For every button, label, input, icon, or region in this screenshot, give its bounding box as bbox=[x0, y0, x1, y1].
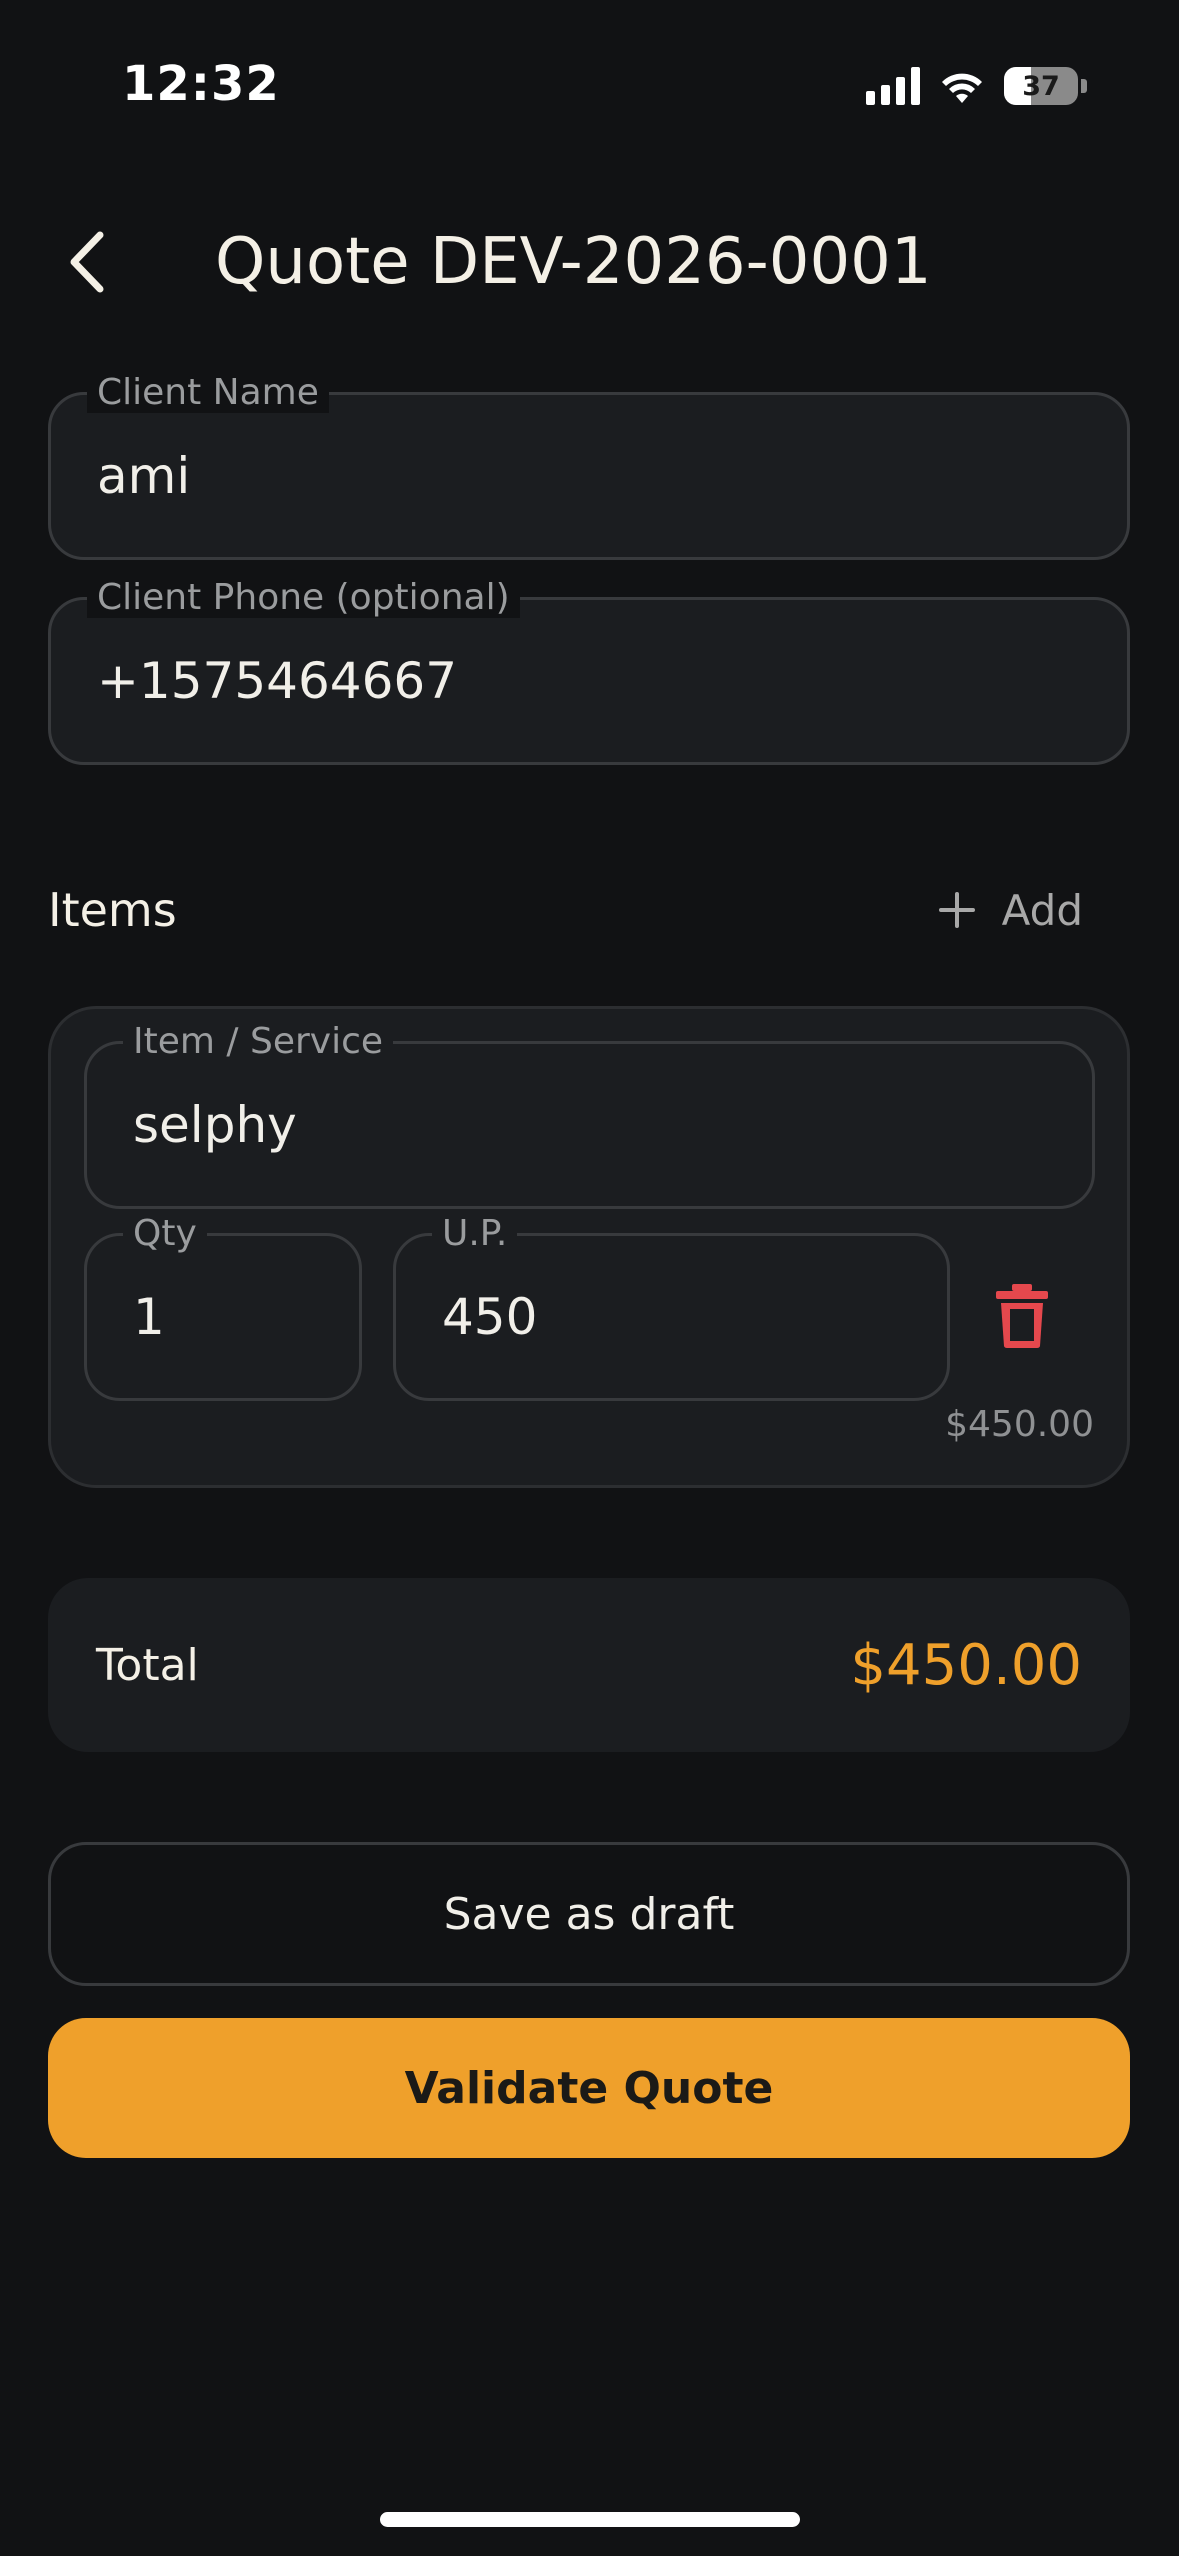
plus-icon bbox=[938, 892, 975, 928]
client-name-field[interactable]: Client Name ami bbox=[48, 373, 1130, 560]
total-label: Total bbox=[96, 1639, 199, 1691]
trash-icon bbox=[996, 1284, 1048, 1348]
add-item-label: Add bbox=[1001, 885, 1083, 935]
save-draft-button[interactable]: Save as draft bbox=[48, 1842, 1130, 1986]
items-section-title: Items bbox=[48, 883, 177, 937]
item-service-input[interactable]: selphy bbox=[133, 1044, 297, 1206]
item-service-field[interactable]: Item / Service selphy bbox=[84, 1022, 1095, 1209]
back-button[interactable] bbox=[56, 222, 116, 302]
chevron-left-icon bbox=[70, 231, 104, 293]
battery-percent: 37 bbox=[1022, 70, 1060, 102]
item-line-total: $450.00 bbox=[945, 1404, 1094, 1445]
home-indicator[interactable] bbox=[380, 2512, 800, 2527]
page-title: Quote DEV-2026-0001 bbox=[215, 225, 932, 299]
item-qty-field[interactable]: Qty 1 bbox=[84, 1214, 362, 1401]
status-time: 12:32 bbox=[122, 56, 280, 112]
client-name-input[interactable]: ami bbox=[97, 395, 190, 557]
battery-icon: 37 bbox=[1004, 67, 1078, 105]
client-phone-input[interactable]: +1575464667 bbox=[97, 600, 457, 762]
wifi-icon bbox=[942, 73, 982, 103]
add-item-button[interactable]: Add bbox=[938, 872, 1083, 948]
validate-quote-button[interactable]: Validate Quote bbox=[48, 2018, 1130, 2158]
cellular-signal-icon bbox=[866, 67, 920, 105]
total-card: Total $450.00 bbox=[48, 1578, 1130, 1752]
delete-item-button[interactable] bbox=[992, 1282, 1052, 1350]
battery-tip bbox=[1081, 79, 1087, 93]
item-unit-price-input[interactable]: 450 bbox=[442, 1236, 537, 1398]
status-icons: 37 bbox=[866, 66, 1087, 106]
total-value: $450.00 bbox=[850, 1632, 1082, 1698]
client-phone-field[interactable]: Client Phone (optional) +1575464667 bbox=[48, 578, 1130, 765]
item-qty-input[interactable]: 1 bbox=[133, 1236, 165, 1398]
quote-screen: 12:32 37 Quote DEV-2026-0001 Client Name… bbox=[0, 0, 1179, 2556]
item-unit-price-field[interactable]: U.P. 450 bbox=[393, 1214, 950, 1401]
